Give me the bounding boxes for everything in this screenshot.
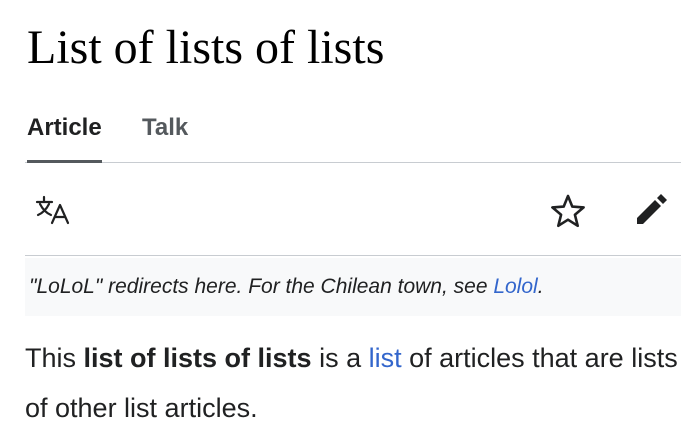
lead-text-2: is a xyxy=(311,343,369,373)
hatnote-link-lolol[interactable]: Lolol xyxy=(493,275,537,298)
page-title: List of lists of lists xyxy=(27,21,385,74)
lead-link-list[interactable]: list xyxy=(369,343,402,373)
hatnote: "LoLoL" redirects here. For the Chilean … xyxy=(25,258,681,316)
lead-paragraph: This list of lists of lists is a list of… xyxy=(25,333,685,433)
page-actions-toolbar xyxy=(25,163,681,256)
hatnote-suffix: . xyxy=(537,275,544,298)
edit-pencil-icon[interactable] xyxy=(633,191,669,227)
tab-article[interactable]: Article xyxy=(27,108,102,163)
language-icon[interactable] xyxy=(35,195,75,225)
hatnote-text: "LoLoL" redirects here. For the Chilean … xyxy=(29,275,494,298)
lead-bold-term: list of lists of lists xyxy=(83,343,312,373)
star-icon[interactable] xyxy=(550,194,586,228)
tab-talk[interactable]: Talk xyxy=(142,108,188,162)
lead-text-1: This xyxy=(25,343,84,373)
namespace-tabs: Article Talk xyxy=(25,108,681,163)
